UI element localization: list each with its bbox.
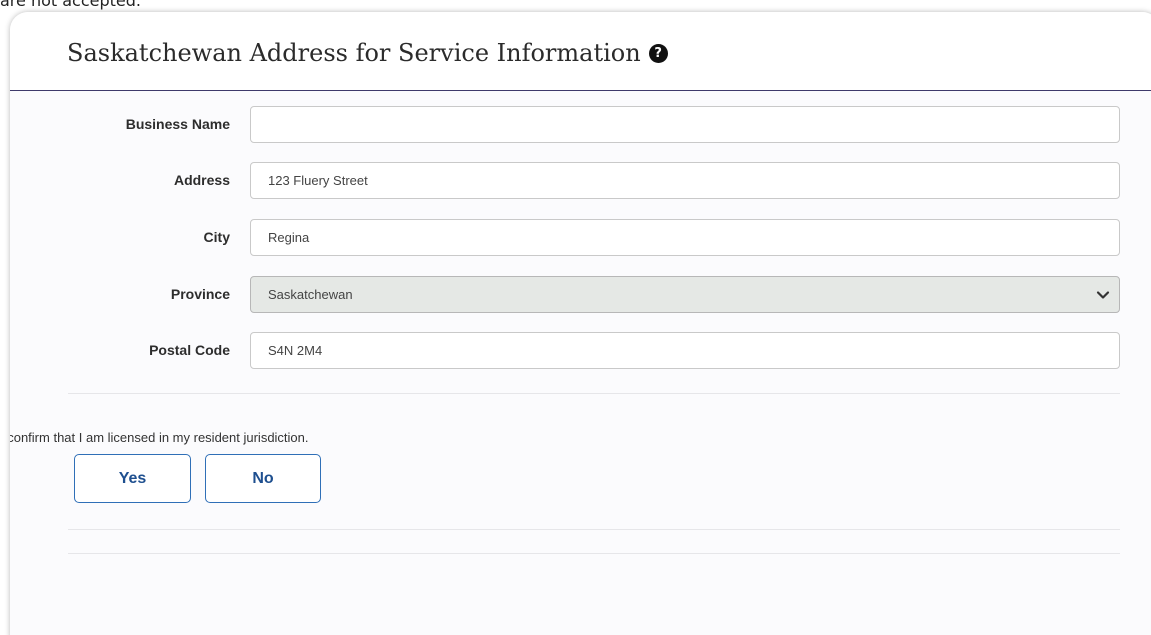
city-row: City Regina [10, 219, 1151, 256]
card-header: Saskatchewan Address for Service Informa… [10, 12, 1151, 91]
question-circle-icon[interactable]: ? [648, 43, 668, 63]
address-input[interactable]: 123 Fluery Street [250, 162, 1120, 199]
province-label: Province [170, 286, 230, 302]
section-divider [68, 393, 1120, 394]
province-selected-value: Saskatchewan [268, 287, 353, 302]
page: are not accepted. Saskatchewan Address f… [0, 0, 1151, 635]
chevron-down-icon [1096, 291, 1110, 299]
address-row: Address 123 Fluery Street [10, 162, 1151, 199]
postal-code-input[interactable]: S4N 2M4 [250, 332, 1120, 369]
business-name-input[interactable] [250, 106, 1120, 143]
section-divider [68, 553, 1120, 554]
business-name-label: Business Name [125, 116, 230, 132]
address-label: Address [173, 172, 230, 188]
address-for-service-card: Saskatchewan Address for Service Informa… [10, 12, 1151, 635]
previous-section-text-fragment: are not accepted. [0, 0, 142, 10]
postal-code-row: Postal Code S4N 2M4 [10, 332, 1151, 369]
city-input[interactable]: Regina [250, 219, 1120, 256]
province-row: Province Saskatchewan [10, 276, 1151, 313]
section-title: Saskatchewan Address for Service Informa… [67, 39, 668, 67]
no-button[interactable]: No [205, 454, 321, 503]
section-divider [68, 529, 1120, 530]
section-title-text: Saskatchewan Address for Service Informa… [67, 39, 641, 67]
license-confirmation-text: I confirm that I am licensed in my resid… [10, 430, 309, 445]
postal-code-label: Postal Code [149, 342, 230, 358]
yes-button[interactable]: Yes [74, 454, 191, 503]
province-select[interactable]: Saskatchewan [250, 276, 1120, 313]
business-name-row: Business Name [10, 106, 1151, 143]
city-label: City [203, 229, 230, 245]
